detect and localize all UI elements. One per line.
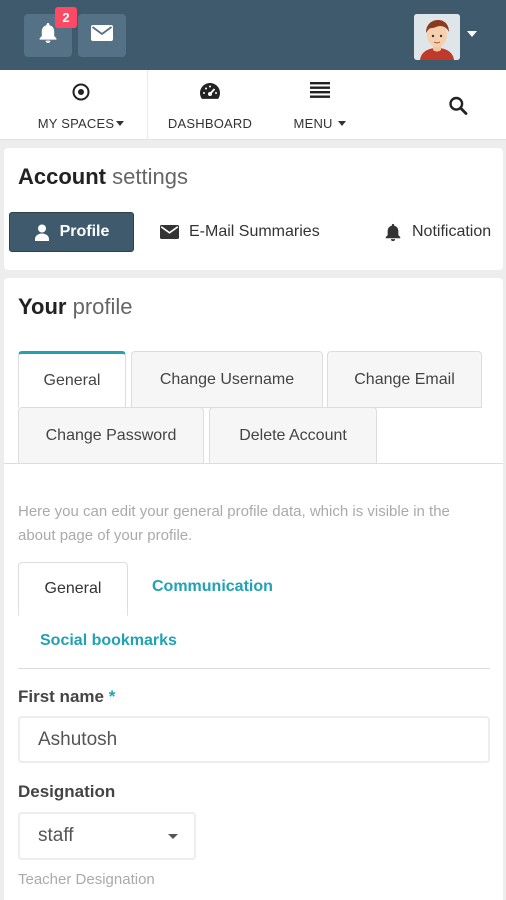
main-nav: MY SPACES DASHBOARD MENU [0, 70, 506, 140]
tab-change-password[interactable]: Change Password [18, 407, 204, 464]
tab-profile[interactable]: Profile [9, 212, 134, 252]
subtabs-divider [18, 668, 490, 669]
label-text: First name [18, 687, 104, 706]
nav-divider [147, 70, 148, 140]
tab-delete-account[interactable]: Delete Account [209, 407, 377, 464]
messages-button[interactable] [78, 14, 126, 57]
designation-select[interactable]: staff [18, 812, 196, 860]
account-settings-panel: Account settings Profile E-Mail Summarie… [4, 148, 503, 270]
subtab-label: Communication [152, 578, 273, 595]
title-bold: Your [18, 294, 67, 319]
subtab-social-bookmarks[interactable]: Social bookmarks [40, 632, 177, 650]
search-button[interactable] [440, 70, 476, 140]
dashboard-icon [199, 82, 221, 105]
user-icon [34, 224, 50, 241]
subtab-communication[interactable]: Communication [152, 578, 273, 596]
tab-notifications[interactable]: Notification [384, 212, 491, 252]
nav-dashboard[interactable]: DASHBOARD [160, 70, 260, 140]
menu-icon [310, 82, 330, 103]
tab-label: General [43, 371, 101, 389]
input-value: Ashutosh [38, 728, 118, 750]
tab-label: Notification [412, 223, 492, 240]
search-icon [449, 96, 468, 120]
notification-count-badge: 2 [55, 7, 77, 28]
caret-down-icon [116, 121, 125, 127]
nav-label: MENU [293, 116, 333, 131]
section-title: Your profile [18, 294, 133, 320]
tab-label: Change Password [45, 426, 177, 444]
subtab-label: Social bookmarks [40, 632, 177, 649]
required-marker: * [108, 687, 116, 706]
avatar[interactable] [414, 14, 460, 60]
nav-menu[interactable]: MENU [282, 70, 358, 140]
envelope-icon [91, 25, 113, 46]
profile-description: Here you can edit your general profile d… [18, 503, 450, 544]
tab-label: E-Mail Summaries [189, 223, 320, 240]
nav-label: MY SPACES [37, 116, 115, 131]
title-light: profile [72, 294, 133, 319]
first-name-input[interactable]: Ashutosh [18, 716, 490, 763]
select-value: staff [38, 825, 74, 846]
tab-label: Change Email [354, 370, 455, 388]
tab-change-email[interactable]: Change Email [327, 351, 482, 408]
first-name-label: First name * [18, 687, 115, 707]
settings-tabs: Profile E-Mail Summaries Notification [4, 210, 503, 254]
envelope-icon [160, 225, 179, 239]
caret-down-icon [338, 121, 347, 127]
subtab-general[interactable]: General [18, 562, 128, 616]
title-bold: Account [18, 164, 106, 189]
your-profile-panel: Your profile General Change Username Cha… [4, 278, 503, 900]
page-title: Account settings [18, 164, 188, 190]
tab-general[interactable]: General [18, 351, 126, 408]
tab-label: Profile [59, 223, 110, 240]
top-bar: 2 [0, 0, 506, 70]
subtab-label: General [44, 580, 102, 597]
caret-down-icon [168, 834, 178, 839]
bell-icon [384, 223, 402, 242]
tab-label: Change Username [159, 370, 295, 388]
tab-label: Delete Account [239, 426, 347, 444]
designation-help-text: Teacher Designation [18, 871, 155, 888]
designation-label: Designation [18, 782, 116, 801]
nav-label: DASHBOARD [167, 116, 253, 131]
nav-my-spaces[interactable]: MY SPACES [26, 70, 136, 140]
tab-email-summaries[interactable]: E-Mail Summaries [160, 212, 320, 252]
caret-down-icon[interactable] [467, 31, 477, 37]
title-light: settings [112, 164, 188, 189]
tab-change-username[interactable]: Change Username [131, 351, 323, 408]
target-icon [71, 82, 91, 107]
tabs-divider [4, 463, 503, 464]
